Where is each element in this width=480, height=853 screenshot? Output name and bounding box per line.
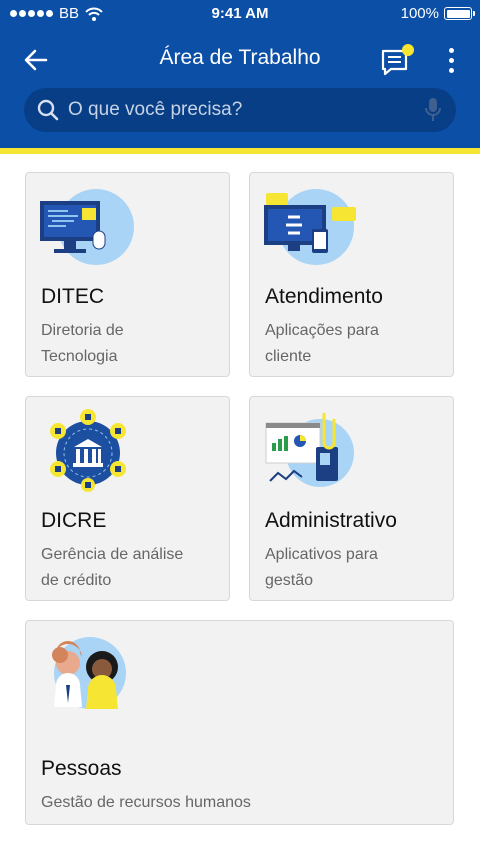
arrow-left-icon	[24, 49, 48, 71]
card-description: Gestão de recursos humanos	[41, 790, 421, 816]
card-description-line: gestão	[265, 572, 314, 589]
card-ditec[interactable]: DITEC Diretoria de Tecnologia	[25, 172, 230, 377]
card-title: Pessoas	[41, 757, 122, 780]
search-bar[interactable]	[24, 88, 456, 132]
card-administrativo[interactable]: Administrativo Aplicativos para gestão	[249, 396, 454, 601]
card-description-line: Aplicativos para	[265, 546, 378, 563]
search-icon	[37, 99, 59, 121]
search-input[interactable]	[68, 88, 408, 132]
customer-service-illustration	[264, 189, 356, 265]
card-description: Aplicativos para gestão	[265, 542, 445, 594]
card-description-line: Tecnologia	[41, 348, 118, 365]
card-description-line: Diretoria de	[41, 322, 124, 339]
card-description-line: Gestão de recursos humanos	[41, 794, 251, 811]
card-pessoas[interactable]: Pessoas Gestão de recursos humanos	[25, 620, 454, 825]
card-title: Administrativo	[265, 509, 397, 532]
chat-icon	[381, 44, 414, 76]
card-description-line: de crédito	[41, 572, 112, 589]
battery-percent: 100%	[400, 5, 439, 22]
presentation-board-illustration	[265, 413, 354, 487]
battery-icon	[444, 7, 475, 20]
card-atendimento[interactable]: Atendimento Aplicações para cliente	[249, 172, 454, 377]
card-description: Gerência de análise de crédito	[41, 542, 221, 594]
messages-button[interactable]	[378, 42, 418, 78]
bank-network-illustration	[50, 409, 126, 492]
card-title: DICRE	[41, 509, 107, 532]
card-description-line: cliente	[265, 348, 312, 365]
back-button[interactable]	[18, 44, 54, 76]
card-description: Aplicações para cliente	[265, 318, 445, 370]
header-accent-line	[0, 148, 480, 154]
card-description-line: Aplicações para	[265, 322, 379, 339]
microphone-icon[interactable]	[424, 97, 442, 123]
computer-code-illustration	[40, 189, 134, 265]
page-title: Área de Trabalho	[159, 46, 321, 69]
card-dicre[interactable]: DICRE Gerência de análise de crédito	[25, 396, 230, 601]
status-bar: BB 9:41 AM 100%	[0, 0, 480, 28]
nav-bar: Área de Trabalho	[0, 36, 480, 84]
card-title: DITEC	[41, 285, 104, 308]
card-title: Atendimento	[265, 285, 383, 308]
card-description: Diretoria de Tecnologia	[41, 318, 221, 370]
card-description-line: Gerência de análise	[41, 546, 184, 563]
more-options-button[interactable]	[436, 42, 466, 78]
people-illustration	[52, 637, 126, 709]
